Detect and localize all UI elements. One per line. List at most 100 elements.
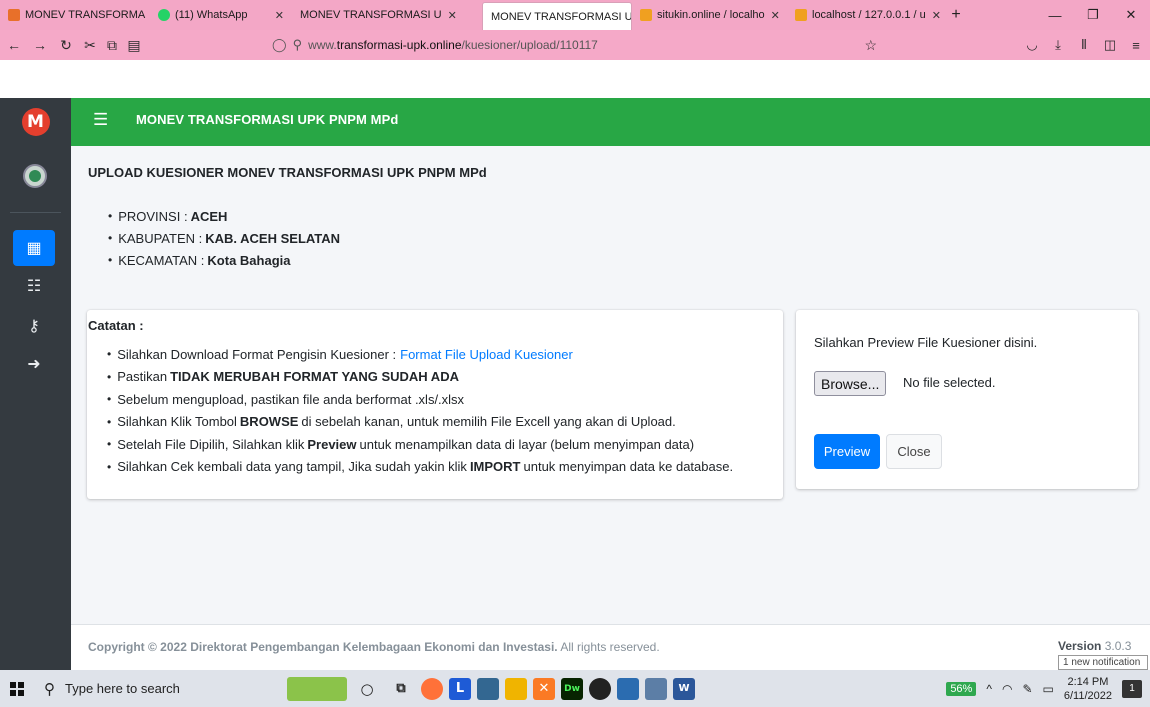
keyboard-icon[interactable]: ▭ <box>1043 682 1054 696</box>
clock-time: 2:14 PM <box>1067 675 1109 688</box>
sidebar-item-password[interactable]: ⚷ <box>13 308 55 344</box>
version-text: Version 3.0.3 <box>1058 639 1131 653</box>
start-button[interactable] <box>0 681 34 696</box>
copyright-bold: Copyright © 2022 Direktorat Pengembangan… <box>88 640 558 654</box>
photos-icon[interactable] <box>645 677 667 700</box>
copy-icon[interactable]: ⧉ <box>102 37 122 54</box>
note-item: PastikanTIDAK MERUBAH FORMAT YANG SUDAH … <box>107 366 733 389</box>
window-close-icon[interactable]: ✕ <box>1112 0 1150 30</box>
note-item: Silahkan Cek kembali data yang tampil, J… <box>107 456 733 479</box>
note-text: Silahkan Download Format Pengisin Kuesio… <box>117 346 397 362</box>
restore-icon[interactable]: ❐ <box>1074 0 1112 30</box>
firefox-icon[interactable] <box>421 677 443 700</box>
app-title: MONEV TRANSFORMASI UPK PNPM MPd <box>136 112 399 127</box>
clock[interactable]: 2:14 PM 6/11/2022 <box>1064 675 1112 703</box>
search-icon: ⚲ <box>44 680 55 698</box>
user-avatar[interactable] <box>23 164 47 188</box>
wifi-icon[interactable]: ◠ <box>1002 682 1012 696</box>
upload-card: Silahkan Preview File Kuesioner disini. … <box>796 310 1138 489</box>
brand-logo-area[interactable]: M <box>0 98 71 146</box>
notes-title: Catatan : <box>88 318 144 333</box>
sidebar: ▦ ☷ ⚷ ➜ <box>0 146 71 670</box>
forward-icon[interactable]: → <box>30 37 50 53</box>
lock-icon: ⚲ <box>292 37 303 52</box>
browse-button[interactable]: Browse... <box>814 371 887 396</box>
close-button[interactable]: Close <box>886 434 942 469</box>
notification-tooltip: 1 new notification <box>1058 655 1148 670</box>
browser-tab-6[interactable]: localhost / 127.0.0.1 / u ✕ <box>787 0 942 30</box>
shield-icon: ◯ <box>272 37 287 52</box>
location-kabupaten: KABUPATEN :KAB. ACEH SELATAN <box>108 227 340 249</box>
task-view-icon[interactable]: ⧉ <box>387 677 415 701</box>
minimize-icon[interactable]: — <box>1036 0 1074 30</box>
pocket-icon[interactable]: ◡ <box>1024 37 1040 53</box>
note-text: Sebelum mengupload, pastikan file anda b… <box>117 391 465 407</box>
library-icon[interactable]: ⫴ <box>1076 37 1092 53</box>
notes-list: Silahkan Download Format Pengisin Kuesio… <box>107 343 733 478</box>
close-icon[interactable]: ✕ <box>932 9 941 22</box>
notification-center-icon[interactable]: 1 <box>1122 679 1142 698</box>
xampp-icon <box>8 9 20 21</box>
note-text: di sebelah kanan, untuk memilih File Exc… <box>301 414 676 430</box>
paste-icon[interactable]: ▤ <box>124 37 144 54</box>
browser-nav-bar: ← → ↻ ✂ ⧉ ▤ ◯ ⚲ www. transformasi-upk.onl… <box>0 30 1150 60</box>
brand-logo-icon: M <box>21 108 50 136</box>
close-icon[interactable]: ✕ <box>448 9 457 22</box>
close-icon[interactable]: ✕ <box>275 9 284 22</box>
browser-tab-3[interactable]: MONEV TRANSFORMASI U ✕ <box>292 0 482 30</box>
dreamweaver-icon[interactable]: Dw <box>561 677 583 700</box>
download-icon[interactable]: ⤓ <box>1050 37 1066 53</box>
new-tab-icon[interactable]: + <box>942 0 970 30</box>
word-icon[interactable]: W <box>673 677 695 700</box>
obs-icon[interactable] <box>589 677 611 700</box>
phpmyadmin-icon <box>795 9 807 21</box>
sidebar-item-list[interactable]: ☷ <box>13 268 55 304</box>
browser-tab-active[interactable]: MONEV TRANSFORMASI U ✕ <box>482 2 632 30</box>
sidebar-item-logout[interactable]: ➜ <box>13 346 55 382</box>
cut-icon[interactable]: ✂ <box>80 37 100 54</box>
bookmark-star-icon[interactable]: ☆ <box>864 37 877 54</box>
pen-icon[interactable]: ✎ <box>1022 682 1032 696</box>
back-icon[interactable]: ← <box>4 37 24 53</box>
page-title: UPLOAD KUESIONER MONEV TRANSFORMASI UPK … <box>88 165 487 180</box>
preview-button[interactable]: Preview <box>814 434 880 469</box>
note-text: untuk menampilkan data di layar (belum m… <box>359 436 695 452</box>
version-value: 3.0.3 <box>1104 639 1132 653</box>
battery-indicator[interactable]: 56% <box>946 681 977 696</box>
cortana-icon[interactable]: ○ <box>353 677 381 701</box>
window-controls: — ❐ ✕ <box>1036 0 1150 30</box>
sign-out-icon: ➜ <box>27 356 41 373</box>
copyright-text: Copyright © 2022 Direktorat Pengembangan… <box>88 640 660 654</box>
note-bold: BROWSE <box>239 414 299 430</box>
location-provinsi: PROVINSI :ACEH <box>108 205 340 227</box>
sidebar-toggle-icon[interactable]: ◫ <box>1102 37 1118 53</box>
taskbar-search[interactable]: ⚲ Type here to search <box>34 670 284 707</box>
browser-tab-1[interactable]: MONEV TRANSFORMA ✕ <box>0 0 150 30</box>
tab-label: MONEV TRANSFORMA <box>25 9 146 21</box>
weather-widget-icon[interactable] <box>287 676 347 701</box>
tab-label: MONEV TRANSFORMASI U <box>300 9 442 21</box>
xampp-icon[interactable]: ✕ <box>533 677 555 700</box>
sidebar-item-dashboard[interactable]: ▦ <box>13 230 55 266</box>
file-explorer-icon[interactable] <box>505 677 527 700</box>
menu-icon[interactable]: ≡ <box>1128 38 1144 53</box>
note-text: untuk menyimpan data ke database. <box>523 459 734 475</box>
grid-icon: ▦ <box>26 240 42 257</box>
url-bar[interactable]: ◯ ⚲ www. transformasi-upk.online/kuesione… <box>272 34 877 56</box>
app-icon[interactable] <box>617 677 639 700</box>
chevron-up-icon[interactable]: ^ <box>986 682 992 696</box>
launcher-l-icon[interactable]: L <box>449 677 471 700</box>
location-value: KAB. ACEH SELATAN <box>205 230 341 246</box>
close-icon[interactable]: ✕ <box>771 9 780 22</box>
postgresql-icon[interactable] <box>477 677 499 700</box>
hamburger-menu-icon[interactable]: ☰ <box>93 110 108 130</box>
browser-tab-2[interactable]: (11) WhatsApp ✕ <box>150 0 292 30</box>
browser-tab-bar: MONEV TRANSFORMA ✕ (11) WhatsApp ✕ MONEV… <box>0 0 1150 30</box>
copyright-rest: All rights reserved. <box>560 640 660 654</box>
note-bold: Preview <box>307 436 357 452</box>
browser-tab-5[interactable]: situkin.online / localho ✕ <box>632 0 787 30</box>
reload-icon[interactable]: ↻ <box>56 37 76 54</box>
sidebar-divider <box>10 212 61 213</box>
download-format-link[interactable]: Format File Upload Kuesioner <box>400 347 573 362</box>
note-text: Silahkan Klik Tombol <box>117 414 237 430</box>
